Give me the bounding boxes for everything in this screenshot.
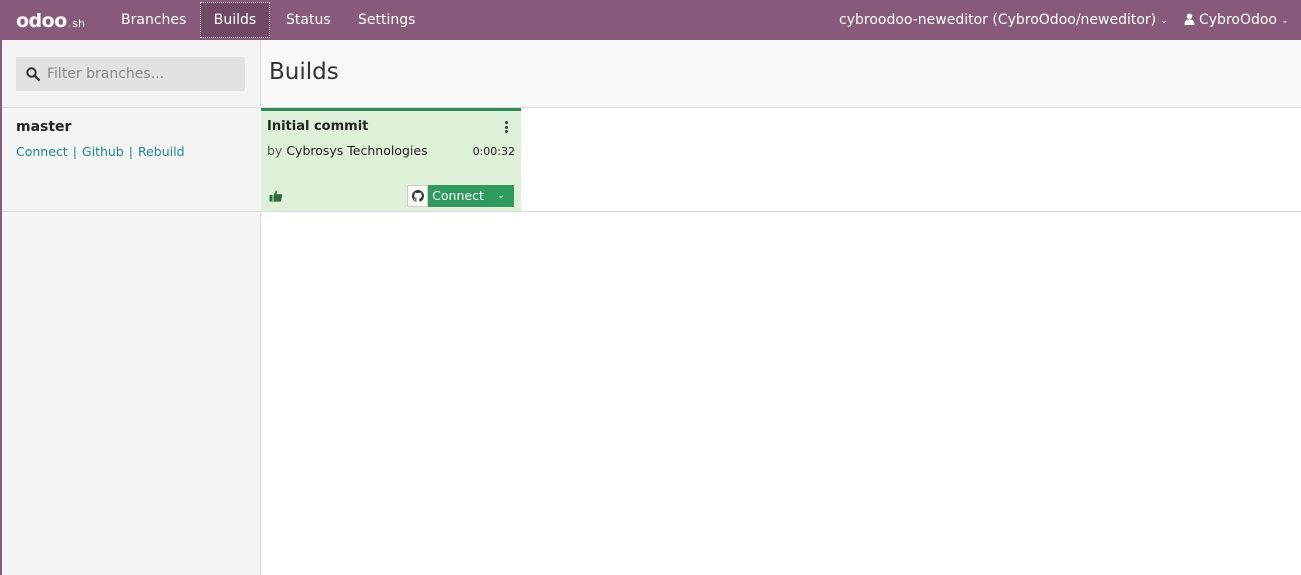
link-separator: | [72, 144, 77, 159]
branch-name[interactable]: master [16, 119, 71, 135]
builds-row-divider [261, 211, 1301, 212]
build-author: by Cybrosys Technologies [267, 143, 428, 158]
nav-settings[interactable]: Settings [358, 0, 415, 40]
project-label: cybroodoo-neweditor (CybroOdoo/neweditor… [839, 12, 1157, 28]
user-icon [1184, 13, 1195, 25]
build-menu-icon[interactable] [503, 120, 509, 134]
search-input[interactable] [47, 58, 237, 90]
main-header: Builds [261, 40, 1301, 108]
odoo-sh-logo[interactable]: odoo. sh [16, 10, 85, 32]
branch-connect-link[interactable]: Connect [16, 144, 68, 159]
nav-branches[interactable]: Branches [121, 0, 186, 40]
nav-status[interactable]: Status [286, 0, 331, 40]
user-label: CybroOdoo [1199, 12, 1277, 28]
author-name: Cybrosys Technologies [286, 143, 428, 158]
user-dropdown[interactable]: CybroOdoo ⌄ [1184, 0, 1289, 40]
sidebar-divider [2, 211, 261, 212]
branch-item-master[interactable]: master Connect | Github | Rebuild [2, 108, 261, 211]
github-button[interactable] [407, 185, 428, 207]
thumbs-up-icon [269, 190, 283, 202]
search-icon [26, 67, 40, 81]
branch-links: Connect | Github | Rebuild [16, 144, 185, 159]
page-title: Builds [269, 59, 339, 85]
nav-builds[interactable]: Builds [200, 2, 270, 38]
branch-search[interactable] [16, 57, 245, 91]
build-card[interactable]: Initial commit by Cybrosys Technologies … [261, 108, 521, 211]
chevron-down-icon: ⌄ [1281, 16, 1289, 26]
github-icon [412, 190, 424, 202]
chevron-down-icon: ⌄ [497, 191, 505, 201]
commit-title: Initial commit [267, 119, 369, 134]
branch-github-link[interactable]: Github [82, 144, 124, 159]
connect-dropdown-toggle[interactable]: ⌄ [488, 185, 514, 207]
chevron-down-icon: ⌄ [1160, 16, 1168, 26]
branches-sidebar: master Connect | Github | Rebuild [0, 40, 261, 575]
build-duration: 0:00:32 [472, 145, 515, 158]
link-separator: | [128, 144, 133, 159]
branch-rebuild-link[interactable]: Rebuild [138, 144, 185, 159]
project-dropdown[interactable]: cybroodoo-neweditor (CybroOdoo/neweditor… [839, 0, 1168, 40]
logo-dot: . [67, 17, 72, 30]
connect-button[interactable]: Connect [428, 185, 488, 207]
top-navbar: odoo. sh Branches Builds Status Settings … [0, 0, 1301, 40]
